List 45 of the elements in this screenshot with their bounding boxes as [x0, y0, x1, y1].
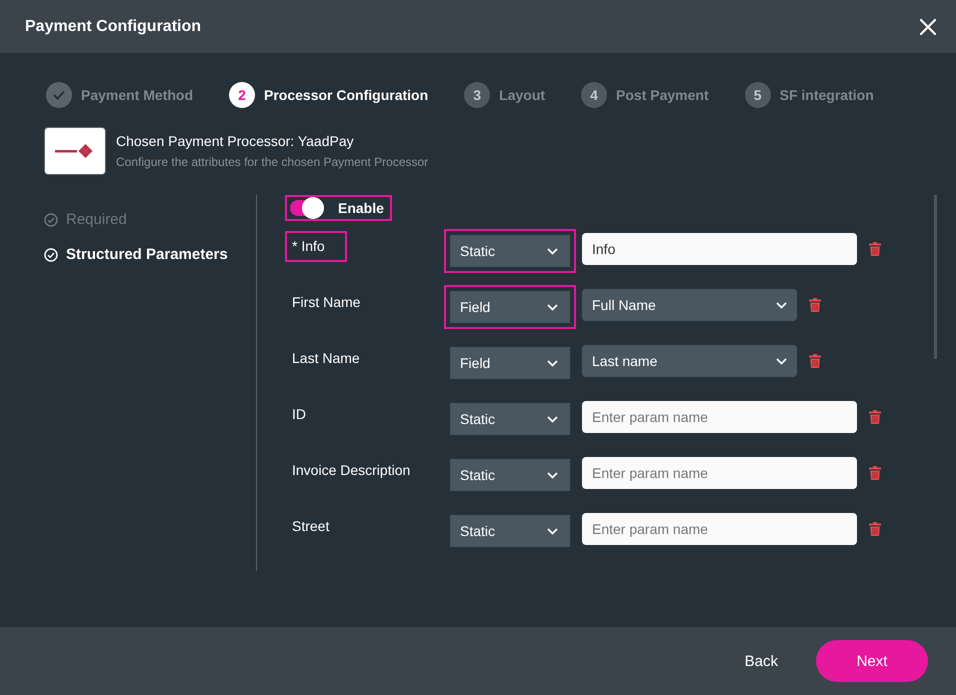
trash-icon[interactable] [869, 522, 881, 536]
chevron-icon [547, 304, 558, 310]
trash-icon[interactable] [869, 410, 881, 424]
param-label: First Name [291, 293, 362, 312]
param-label: ID [291, 405, 307, 424]
chevron-icon [776, 358, 787, 364]
chevron-icon [547, 472, 558, 478]
param-label: * Info [285, 231, 347, 262]
close-icon[interactable] [919, 18, 937, 36]
param-label: Last Name [291, 349, 361, 368]
chevron-icon [776, 302, 787, 308]
stepper-step[interactable]: 4 Post Payment [581, 82, 709, 108]
param-label: Invoice Description [291, 461, 412, 480]
back-button[interactable]: Back [734, 644, 788, 678]
trash-icon[interactable] [809, 354, 821, 368]
processor-title: Chosen Payment Processor: YaadPay [116, 133, 355, 149]
mode-select[interactable]: Field [444, 285, 576, 329]
mode-select[interactable]: Static [444, 229, 576, 273]
param-input[interactable]: Info [582, 233, 857, 265]
chevron-icon [547, 360, 558, 366]
stepper-step[interactable]: 2 Processor Configuration [229, 82, 428, 108]
param-input[interactable]: Enter param name [582, 457, 857, 489]
stepper-step[interactable]: 5 SF integration [744, 82, 874, 108]
chevron-icon [547, 416, 558, 422]
processor-subtitle: Configure the attributes for the chosen Payment Processor [116, 155, 428, 169]
param-input[interactable]: Enter param name [582, 401, 857, 433]
stepper-step[interactable]: Payment Method [46, 82, 194, 108]
param-label: Street [291, 517, 330, 536]
trash-icon[interactable] [869, 242, 881, 256]
window-title: Payment Configuration [25, 18, 202, 36]
sidebar-item[interactable]: Structured Parameters [44, 246, 228, 263]
check-circle-icon [44, 248, 58, 262]
enable-toggle[interactable]: Enable [285, 195, 392, 221]
processor-logo [44, 127, 106, 175]
trash-icon[interactable] [809, 298, 821, 312]
next-button[interactable]: Next [816, 640, 928, 682]
check-circle-icon [44, 212, 58, 226]
check-icon [53, 90, 65, 100]
chevron-icon [547, 528, 558, 534]
param-input[interactable]: Enter param name [582, 513, 857, 545]
chevron-icon [547, 248, 558, 254]
trash-icon[interactable] [869, 466, 881, 480]
value-select[interactable]: Last name [582, 345, 797, 377]
stepper-step[interactable]: 3 Layout [464, 82, 546, 108]
value-select[interactable]: Full Name [582, 289, 797, 321]
